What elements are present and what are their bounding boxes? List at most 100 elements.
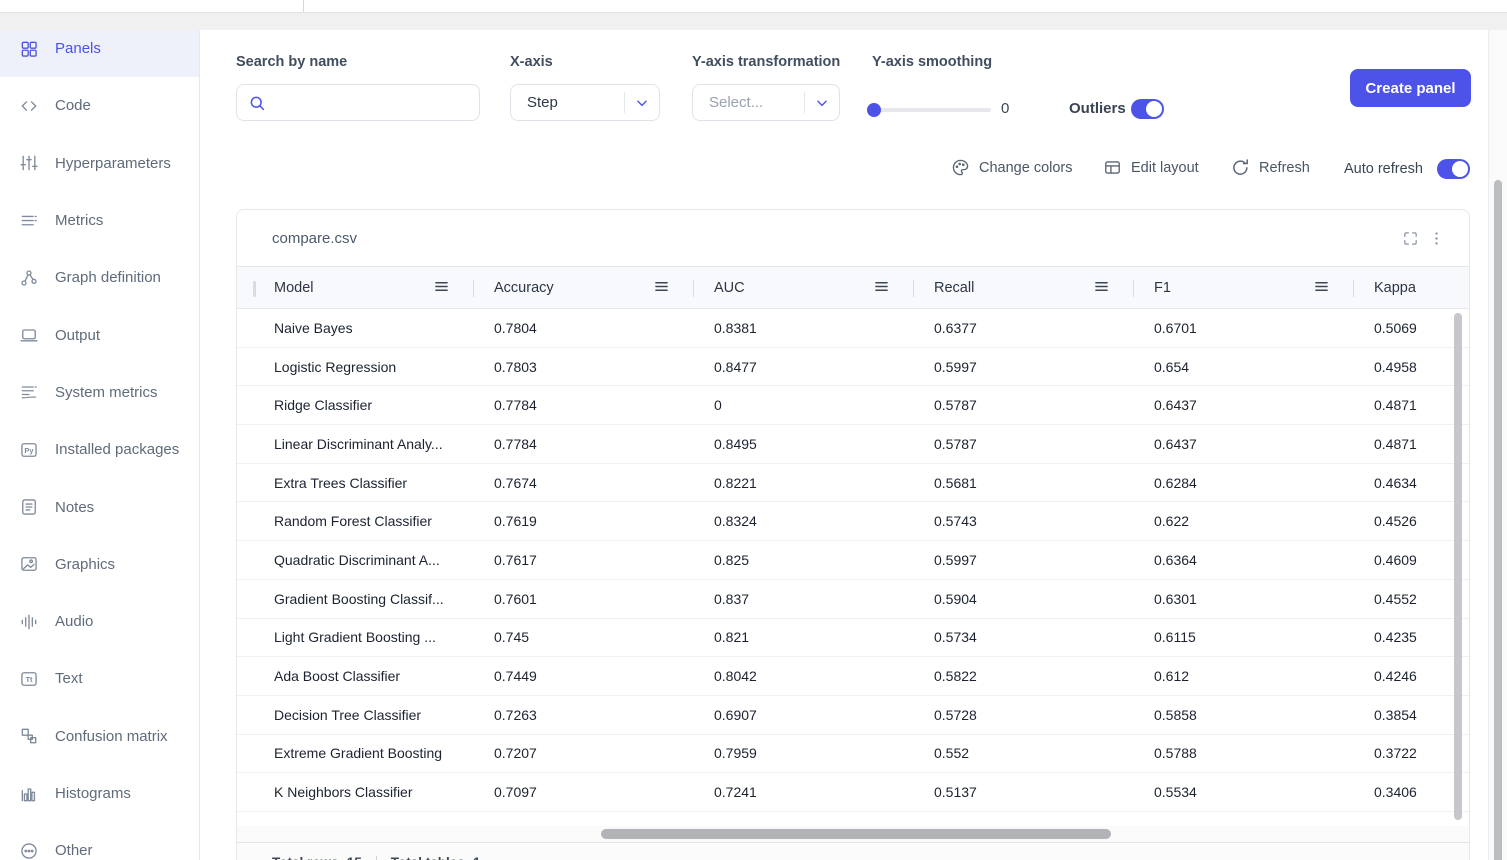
cell-accuracy: 0.7784: [474, 397, 694, 413]
table-row[interactable]: Dummy Classifier0.65130.5000: [237, 812, 1469, 826]
installed-packages-icon: Py: [18, 439, 40, 461]
table-row[interactable]: Light Gradient Boosting ...0.7450.8210.5…: [237, 619, 1469, 658]
app-root: { "sidebar": { "items": [ {"label":"Pane…: [0, 0, 1507, 860]
column-header-recall[interactable]: Recall: [914, 267, 1134, 308]
cell-recall: 0.6377: [914, 320, 1134, 336]
column-menu-icon[interactable]: [655, 280, 668, 297]
cell-kappa: 0.4235: [1354, 629, 1469, 645]
sidebar-item-code[interactable]: Code: [0, 77, 199, 134]
cell-auc: 0.8477: [694, 359, 914, 375]
sidebar-item-confusion-matrix[interactable]: Confusion matrix: [0, 708, 199, 765]
column-header-model[interactable]: Model: [254, 267, 474, 308]
table-vertical-scrollbar[interactable]: [1454, 313, 1462, 820]
sidebar-item-audio[interactable]: Audio: [0, 593, 199, 650]
expand-panel-icon[interactable]: [1397, 225, 1423, 251]
cell-model: K Neighbors Classifier: [254, 784, 474, 800]
cell-auc: 0.8495: [694, 436, 914, 452]
metrics-icon: [18, 210, 40, 232]
table-row[interactable]: Quadratic Discriminant A...0.76170.8250.…: [237, 541, 1469, 580]
cell-auc: 0.821: [694, 629, 914, 645]
x-axis-label: X-axis: [510, 54, 553, 70]
column-header-label: Model: [274, 280, 314, 296]
histograms-icon: [18, 783, 40, 805]
sidebar-item-text[interactable]: TtText: [0, 650, 199, 707]
edit-layout-button[interactable]: Edit layout: [1103, 158, 1199, 177]
cell-model: Random Forest Classifier: [254, 513, 474, 529]
table-row[interactable]: K Neighbors Classifier0.70970.72410.5137…: [237, 773, 1469, 812]
table-row[interactable]: Extra Trees Classifier0.76740.82210.5681…: [237, 464, 1469, 503]
refresh-label: Refresh: [1259, 160, 1310, 176]
sidebar-item-panels[interactable]: Panels: [0, 30, 199, 77]
panels-icon: [18, 38, 40, 60]
table-row[interactable]: Decision Tree Classifier0.72630.69070.57…: [237, 696, 1469, 735]
sidebar-item-graph-definition[interactable]: Graph definition: [0, 249, 199, 306]
table-row[interactable]: Random Forest Classifier0.76190.83240.57…: [237, 502, 1469, 541]
column-header-kappa[interactable]: Kappa: [1354, 267, 1469, 308]
table-row[interactable]: Linear Discriminant Analy...0.77840.8495…: [237, 425, 1469, 464]
cell-kappa: 0.3722: [1354, 745, 1469, 761]
cell-model: Logistic Regression: [254, 359, 474, 375]
sidebar-item-installed-packages[interactable]: PyInstalled packages: [0, 421, 199, 478]
slider-thumb[interactable]: [867, 103, 881, 117]
y-transformation-select[interactable]: Select...: [692, 84, 840, 121]
sidebar-item-hyperparameters[interactable]: Hyperparameters: [0, 135, 199, 192]
refresh-button[interactable]: Refresh: [1231, 158, 1310, 177]
outliers-toggle[interactable]: [1131, 99, 1164, 119]
cell-auc: 0: [694, 397, 914, 413]
cell-f1: 0.612: [1134, 668, 1354, 684]
cell-recall: 0.5904: [914, 591, 1134, 607]
page-scrollbar[interactable]: [1494, 180, 1502, 860]
palette-icon: [951, 158, 970, 177]
sidebar-item-metrics[interactable]: Metrics: [0, 192, 199, 249]
cell-auc: 0.7241: [694, 784, 914, 800]
table-row[interactable]: Naive Bayes0.78040.83810.63770.67010.506…: [237, 309, 1469, 348]
change-colors-button[interactable]: Change colors: [951, 158, 1073, 177]
cell-recall: 0.5734: [914, 629, 1134, 645]
y-smoothing-slider[interactable]: [871, 108, 991, 112]
table-horizontal-scrollbar[interactable]: [601, 829, 1111, 839]
sidebar-item-label: System metrics: [55, 384, 158, 401]
sidebar-item-other[interactable]: Other: [0, 822, 199, 860]
column-header-f1[interactable]: F1: [1134, 267, 1354, 308]
table-row[interactable]: Ridge Classifier0.778400.57870.64370.487…: [237, 386, 1469, 425]
sidebar-item-label: Graphics: [55, 556, 115, 573]
sidebar-item-system-metrics[interactable]: System metrics: [0, 364, 199, 421]
auto-refresh-toggle[interactable]: [1437, 159, 1470, 179]
sidebar-item-output[interactable]: Output: [0, 306, 199, 363]
sidebar-item-label: Graph definition: [55, 269, 161, 286]
window-gray-band: [0, 12, 1507, 30]
table-row[interactable]: Ada Boost Classifier0.74490.80420.58220.…: [237, 657, 1469, 696]
column-header-auc[interactable]: AUC: [694, 267, 914, 308]
column-header-accuracy[interactable]: Accuracy: [474, 267, 694, 308]
table-row[interactable]: Gradient Boosting Classif...0.76010.8370…: [237, 580, 1469, 619]
output-icon: [18, 324, 40, 346]
column-menu-icon[interactable]: [1095, 280, 1108, 297]
table-row[interactable]: Extreme Gradient Boosting0.72070.79590.5…: [237, 735, 1469, 774]
create-panel-button[interactable]: Create panel: [1350, 69, 1471, 107]
table-row[interactable]: Logistic Regression0.78030.84770.59970.6…: [237, 348, 1469, 387]
toggle-knob: [1452, 161, 1468, 177]
search-input-wrapper[interactable]: [236, 84, 480, 121]
toggle-knob: [1146, 101, 1162, 117]
column-menu-icon[interactable]: [875, 280, 888, 297]
panel-menu-icon[interactable]: [1423, 225, 1449, 251]
cell-accuracy: 0.7784: [474, 436, 694, 452]
cell-recall: 0.552: [914, 745, 1134, 761]
cell-kappa: 0.4871: [1354, 397, 1469, 413]
table-body: Naive Bayes0.78040.83810.63770.67010.506…: [237, 309, 1469, 826]
sidebar-item-notes[interactable]: Notes: [0, 478, 199, 535]
sidebar-item-label: Audio: [55, 613, 93, 630]
search-input[interactable]: [275, 95, 468, 111]
sidebar-item-histograms[interactable]: Histograms: [0, 765, 199, 822]
column-menu-icon[interactable]: [1315, 280, 1328, 297]
cell-accuracy: 0.7601: [474, 591, 694, 607]
sidebar-item-graphics[interactable]: Graphics: [0, 536, 199, 593]
other-icon: [18, 840, 40, 860]
cell-model: Extra Trees Classifier: [254, 475, 474, 491]
sidebar-item-label: Histograms: [55, 785, 131, 802]
column-menu-icon[interactable]: [435, 280, 448, 297]
sidebar-item-label: Notes: [55, 499, 94, 516]
cell-accuracy: 0.7619: [474, 513, 694, 529]
x-axis-select[interactable]: Step: [510, 84, 660, 121]
code-icon: [18, 95, 40, 117]
